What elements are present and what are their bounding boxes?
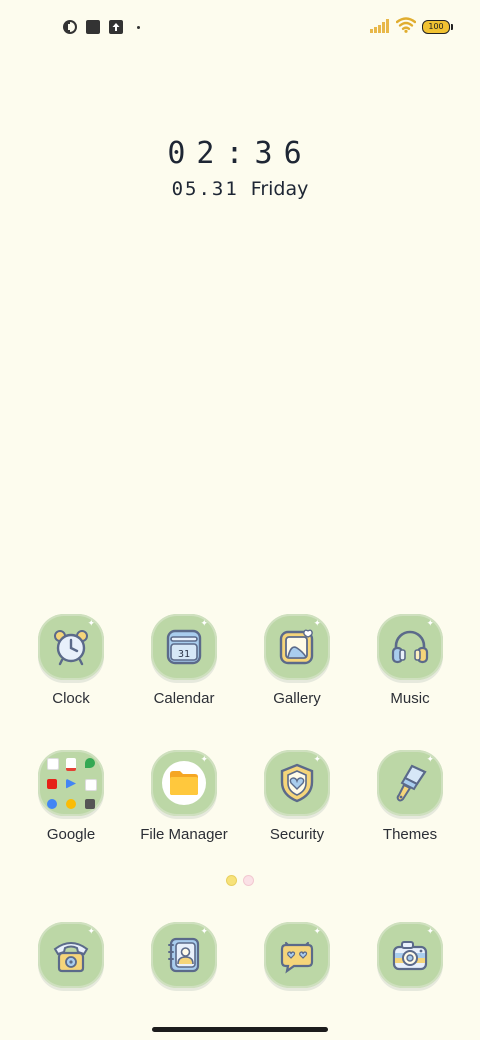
drive-icon: [85, 778, 97, 791]
app-label: Music: [390, 690, 430, 707]
status-bar: 100: [0, 0, 480, 52]
app-label: File Manager: [140, 826, 228, 843]
youtube-icon: [47, 778, 57, 789]
app-file-manager[interactable]: ✦ File Manager: [129, 750, 239, 843]
messages-icon: ✦: [264, 922, 330, 988]
page-dot[interactable]: [244, 876, 253, 885]
maps-icon: [85, 757, 95, 768]
page-indicator[interactable]: [0, 876, 480, 885]
chrome-icon: [47, 798, 57, 809]
clock-weekday: Friday: [250, 178, 309, 200]
dock-contacts[interactable]: ✦: [129, 922, 239, 988]
home-gesture-bar[interactable]: [152, 1027, 328, 1032]
app-calendar[interactable]: ✦ 31 Calendar: [129, 614, 239, 707]
dock-messages[interactable]: ✦: [242, 922, 352, 988]
app-music[interactable]: ✦ Music: [355, 614, 465, 707]
page-dot-active[interactable]: [227, 876, 236, 885]
calendar-day: 31: [178, 649, 190, 660]
app-google-folder[interactable]: Google: [16, 750, 126, 843]
app-label: Gallery: [273, 690, 321, 707]
photos-icon: [66, 798, 76, 809]
phone-icon: ✦: [38, 922, 104, 988]
signal-icon: [370, 18, 390, 37]
data-saver-icon: [62, 19, 78, 35]
app-security[interactable]: ✦ Security: [242, 750, 352, 843]
app-icon: [85, 798, 95, 809]
clock-date-row[interactable]: 05.31 Friday: [0, 178, 480, 200]
gmail-icon: [66, 757, 76, 771]
more-dot-icon: [137, 25, 140, 29]
headphones-icon: ✦: [377, 614, 443, 680]
app-themes[interactable]: ✦ Themes: [355, 750, 465, 843]
app-label: Calendar: [153, 690, 215, 707]
square-app-icon: [85, 19, 101, 35]
wifi-icon: [395, 17, 417, 37]
upload-icon: [108, 19, 124, 35]
dock-camera[interactable]: ✦: [355, 922, 465, 988]
paint-brush-icon: ✦: [377, 750, 443, 816]
google-search-icon: [47, 757, 59, 770]
gallery-icon: ✦: [264, 614, 330, 680]
calendar-icon: ✦ 31: [151, 614, 217, 680]
clock-date: 05.31: [171, 178, 239, 200]
app-label: Clock: [52, 690, 90, 707]
dock-phone[interactable]: ✦: [16, 922, 126, 988]
app-label: Security: [269, 826, 325, 843]
app-label: Google: [46, 826, 96, 843]
app-label: Themes: [382, 826, 438, 843]
battery-icon: 100: [422, 20, 453, 34]
camera-icon: ✦: [377, 922, 443, 988]
play-store-icon: [66, 778, 76, 789]
clock-time[interactable]: 02:36: [0, 136, 480, 171]
contacts-icon: ✦: [151, 922, 217, 988]
folder-icon: ✦: [151, 750, 217, 816]
google-folder-icon: [38, 750, 104, 816]
app-gallery[interactable]: ✦ Gallery: [242, 614, 352, 707]
alarm-clock-icon: ✦: [38, 614, 104, 680]
app-clock[interactable]: ✦ Clock: [16, 614, 126, 707]
shield-icon: ✦: [264, 750, 330, 816]
